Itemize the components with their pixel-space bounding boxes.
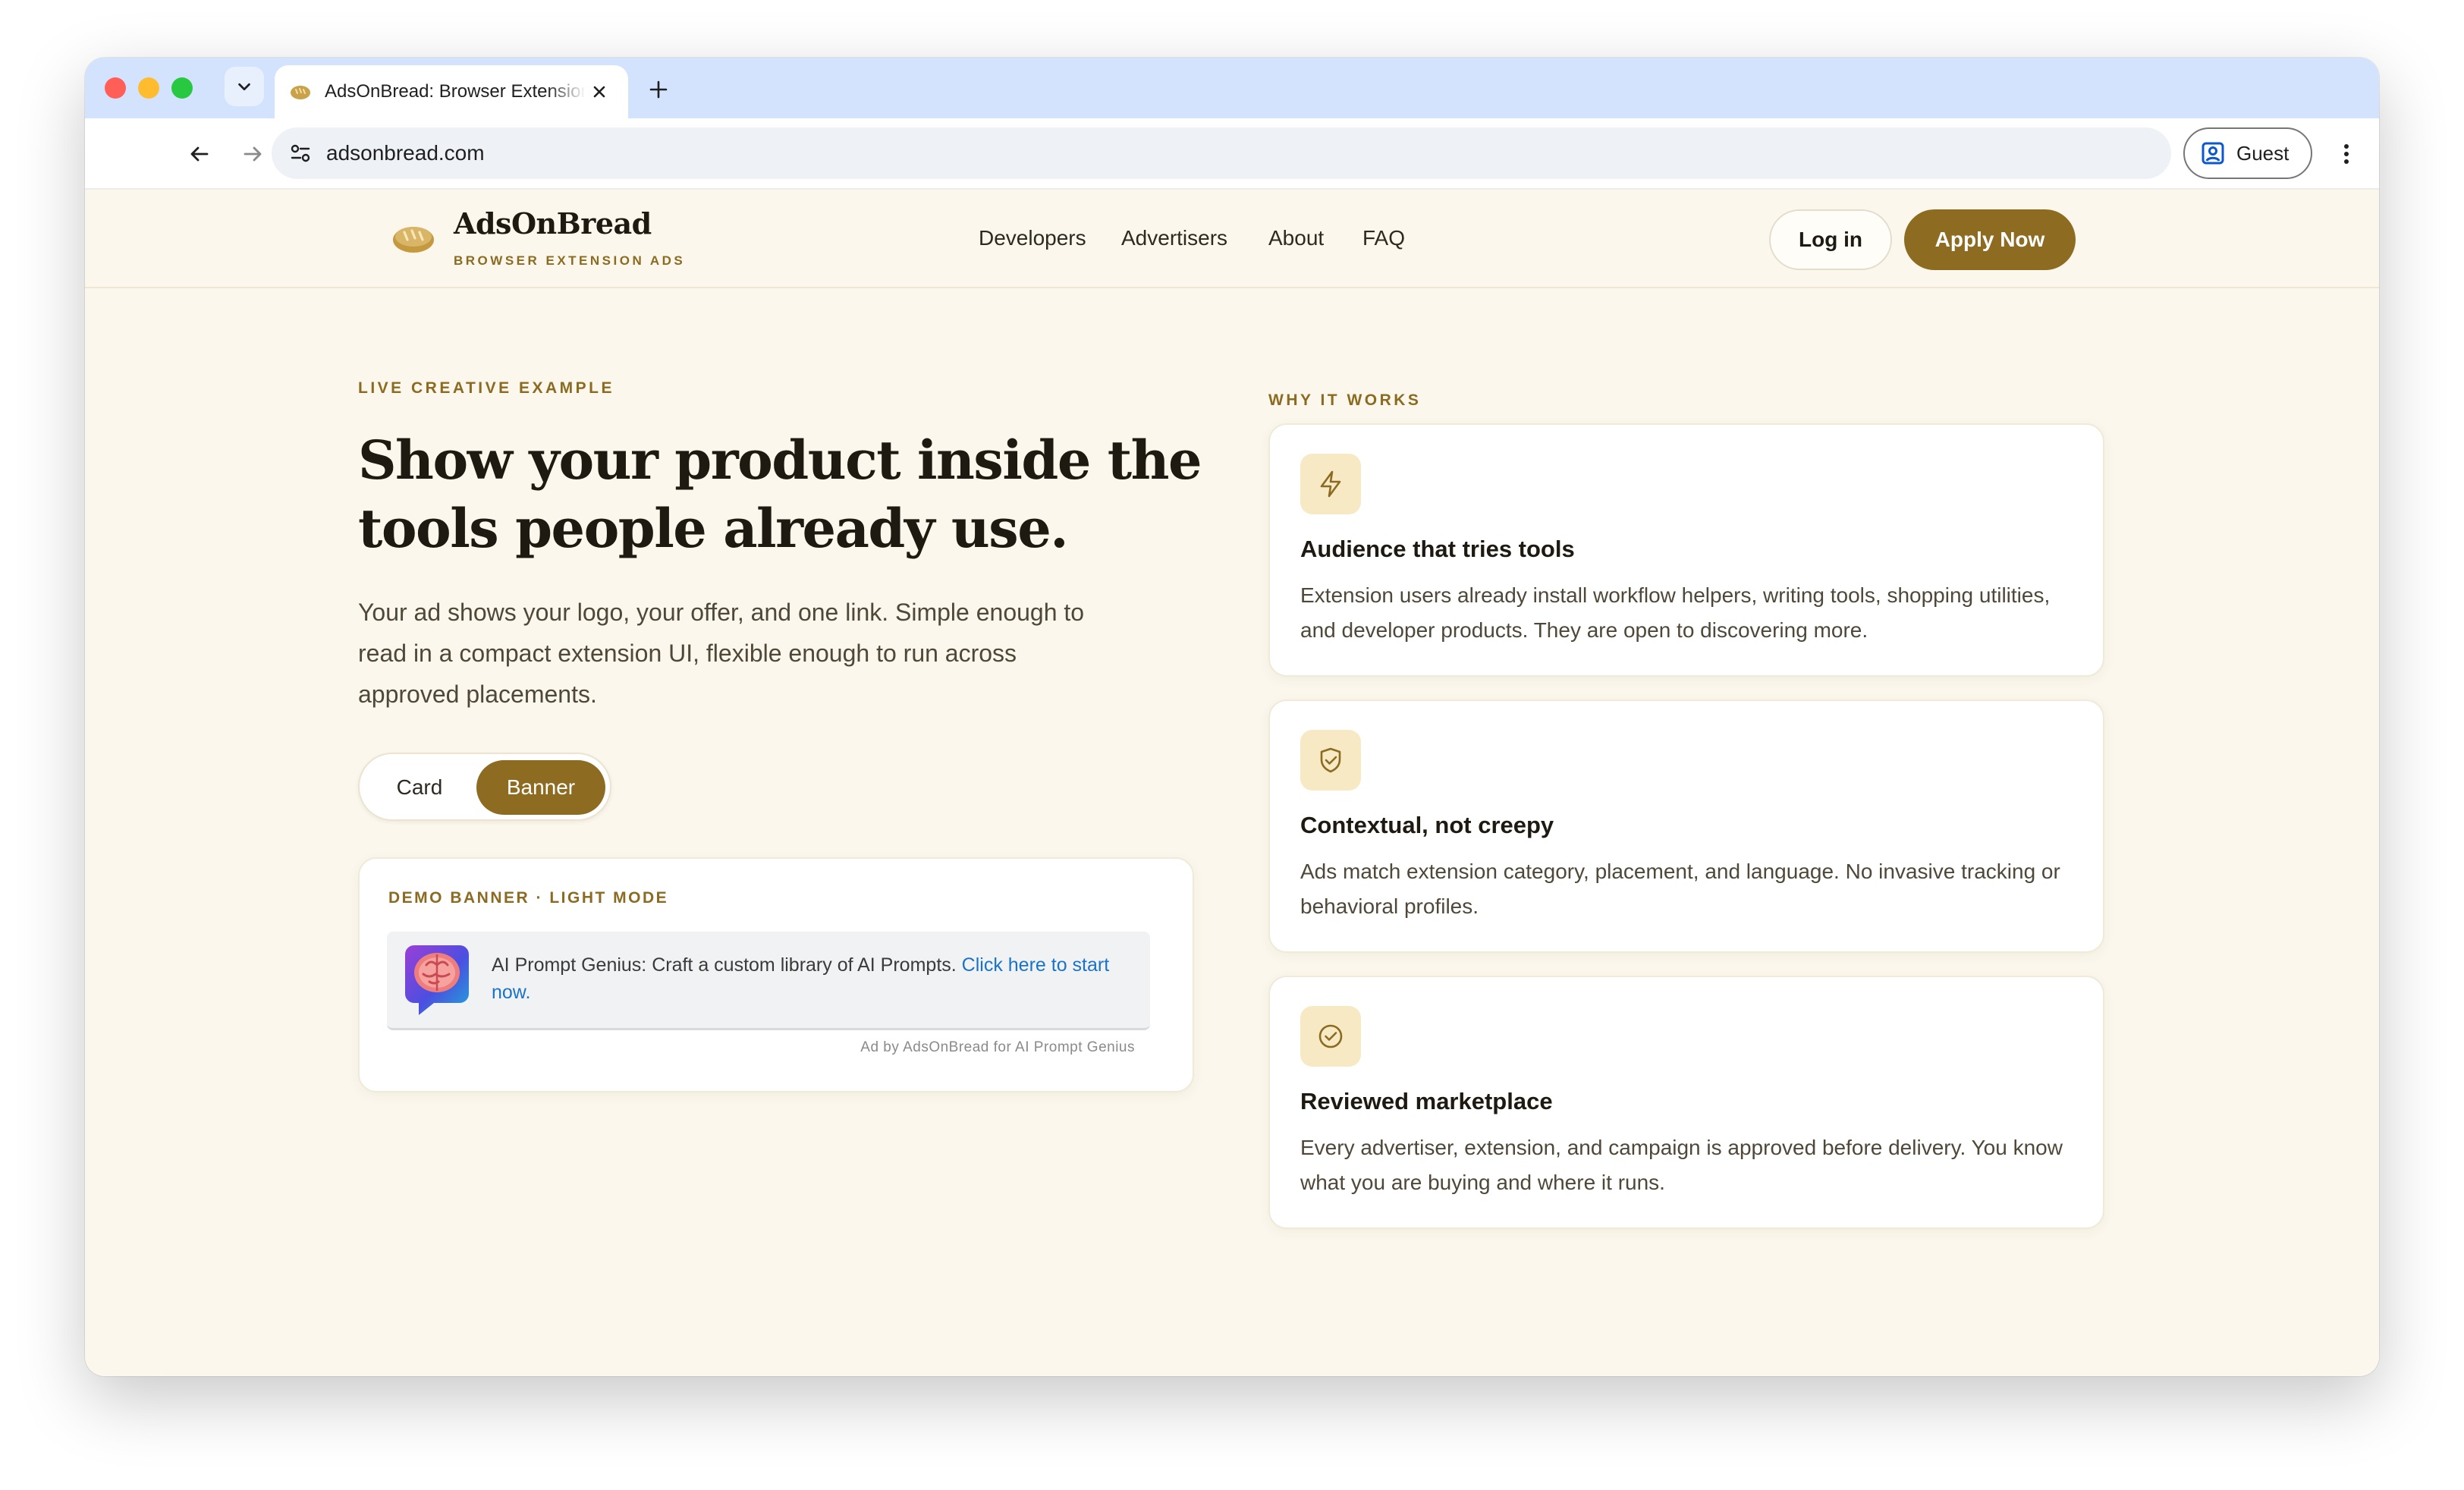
feature-description: Extension users already install workflow… [1300,583,2051,642]
nav-about[interactable]: About [1268,222,1324,255]
back-button[interactable] [181,135,218,173]
browser-menu-button[interactable] [2327,135,2365,173]
nav-faq[interactable]: FAQ [1362,222,1405,255]
browser-toolbar: adsonbread.com Guest [85,118,2379,190]
profile-icon [2202,142,2224,165]
web-page: AdsOnBread BROWSER EXTENSION ADS Develop… [85,190,2379,1376]
hero-description: Your ad shows your logo, your offer, and… [358,599,1085,708]
feature-card-reviewed: Reviewed marketplace Every advertiser, e… [1268,976,2104,1229]
brain-chat-icon [405,945,469,1015]
site-info-icon[interactable] [276,129,325,178]
check-circle-icon [1300,1006,1361,1067]
format-toggle: Card Banner [358,753,611,821]
shield-check-icon [1300,730,1361,791]
arrow-left-icon [190,146,209,162]
hero-title: Show your product inside the tools peopl… [358,429,1202,560]
demo-label: DEMO BANNER · LIGHT MODE [388,889,669,907]
maximize-window-button[interactable] [171,77,193,99]
close-window-button[interactable] [105,77,126,99]
ad-attribution: Ad by AdsOnBread for AI Prompt Genius [860,1039,1135,1055]
feature-title: Audience that tries tools [1300,536,1575,562]
forward-button[interactable] [234,135,272,173]
ad-text: AI Prompt Genius: Craft a custom library… [492,954,957,976]
nav-advertisers[interactable]: Advertisers [1121,222,1227,255]
toggle-card-option[interactable]: Card [367,760,472,815]
brand-tagline: BROWSER EXTENSION ADS [454,253,686,268]
nav-developers[interactable]: Developers [979,222,1086,255]
url-text: adsonbread.com [326,141,485,165]
feature-title: Contextual, not creepy [1300,812,1554,838]
lightning-icon [1300,454,1361,514]
profile-label: Guest [2236,141,2290,165]
site-header: AdsOnBread BROWSER EXTENSION ADS Develop… [85,190,2379,288]
chevron-down-icon [238,83,250,91]
minimize-window-button[interactable] [138,77,159,99]
browser-window: AdsOnBread: Browser Extension Ads adsonb… [85,58,2379,1376]
feature-card-contextual: Contextual, not creepy Ads match extensi… [1268,699,2104,953]
active-tab[interactable]: AdsOnBread: Browser Extension Ads [275,65,628,118]
address-bar[interactable]: adsonbread.com [272,127,2171,179]
tab-search-button[interactable] [225,67,264,106]
bread-logo-icon[interactable] [391,220,435,255]
arrow-right-icon [244,146,262,162]
feature-description: Ads match extension category, placement,… [1300,860,2060,918]
toggle-banner-option[interactable]: Banner [476,760,605,815]
profile-button[interactable]: Guest [2183,127,2312,179]
hero-eyebrow: LIVE CREATIVE EXAMPLE [358,379,614,397]
bread-favicon-icon [290,80,313,103]
tab-title: AdsOnBread: Browser Extension Ads [325,81,586,102]
ad-banner[interactable]: AI Prompt Genius: Craft a custom library… [387,932,1150,1030]
why-eyebrow: WHY IT WORKS [1268,391,1422,409]
feature-title: Reviewed marketplace [1300,1088,1553,1114]
plus-icon [649,80,668,99]
new-tab-button[interactable] [640,71,677,108]
brand-name[interactable]: AdsOnBread [454,206,652,240]
feature-description: Every advertiser, extension, and campaig… [1300,1136,2063,1194]
ad-copy: AI Prompt Genius: Craft a custom library… [492,951,1129,1006]
apply-now-button[interactable]: Apply Now [1904,209,2076,270]
login-button[interactable]: Log in [1769,209,1892,270]
close-tab-icon[interactable] [586,78,613,105]
more-vertical-icon [2344,144,2349,164]
tab-strip: AdsOnBread: Browser Extension Ads [85,58,2379,118]
feature-card-audience: Audience that tries tools Extension user… [1268,423,2104,677]
demo-banner-card: DEMO BANNER · LIGHT MODE AI Prompt Geniu… [358,857,1194,1092]
